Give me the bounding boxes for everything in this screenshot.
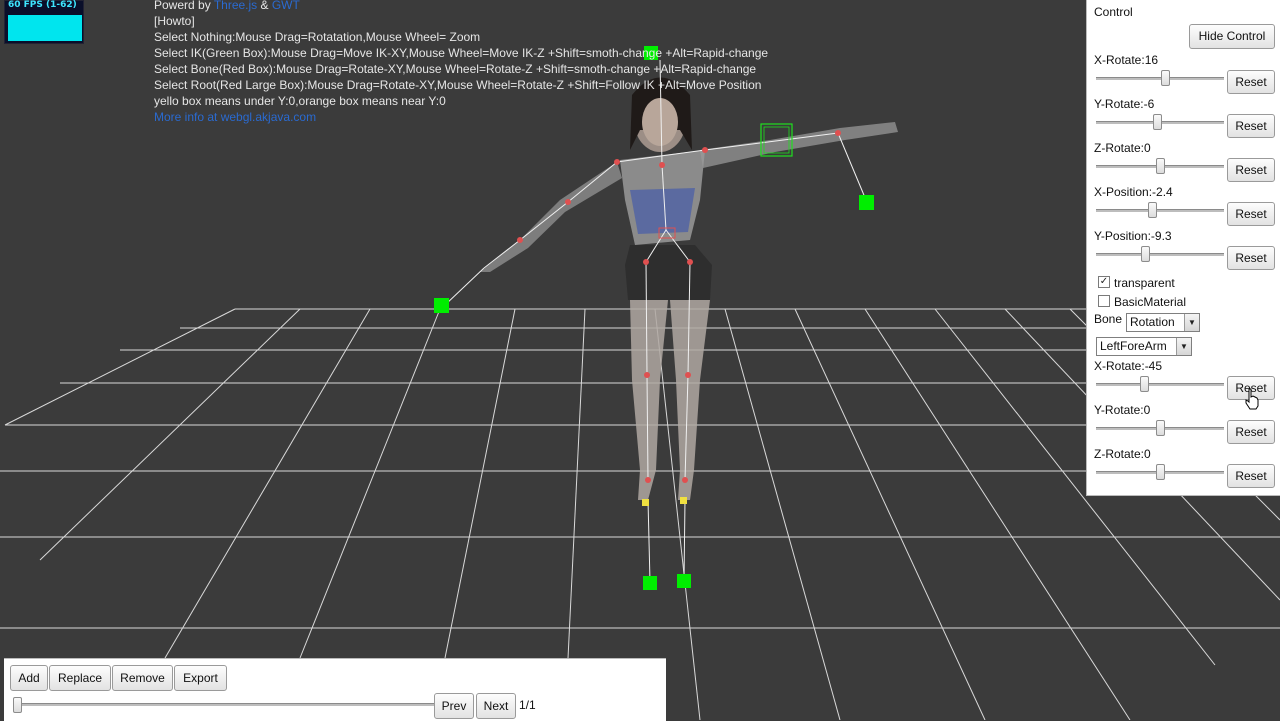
export-button[interactable]: Export [174, 665, 227, 691]
character-model[interactable] [480, 77, 898, 501]
add-button[interactable]: Add [10, 665, 48, 691]
powered-by-text: Powerd by [154, 0, 214, 12]
basic-material-label: BasicMaterial [1114, 295, 1187, 309]
remove-button[interactable]: Remove [112, 665, 173, 691]
param-label: Z-Rotate:0 [1094, 141, 1151, 155]
powered-by-line: Powerd by Three.js & GWT [154, 0, 768, 13]
reset-button[interactable]: Reset [1227, 158, 1275, 182]
param-label: X-Rotate:-45 [1094, 359, 1163, 373]
hide-control-button[interactable]: Hide Control [1189, 24, 1275, 49]
param-label: Z-Rotate:0 [1094, 447, 1151, 461]
slider-thumb[interactable] [1155, 158, 1165, 174]
slider-track[interactable] [1096, 253, 1224, 256]
howto-line-nothing: Select Nothing:Mouse Drag=Rotatation,Mou… [154, 30, 481, 44]
reset-button[interactable]: Reset [1227, 246, 1275, 270]
reset-button[interactable]: Reset [1227, 202, 1275, 226]
chevron-down-icon: ▼ [1176, 338, 1191, 355]
pose-toolbar: Add Replace Remove Export Prev Next 1/1 [4, 658, 666, 721]
slider-track[interactable] [1096, 383, 1224, 386]
bone-mode-select[interactable]: Rotation ▼ [1126, 313, 1200, 332]
fps-graph [8, 15, 82, 41]
param-label: Y-Position:-9.3 [1094, 229, 1172, 243]
fps-label: 60 FPS (1-62) [8, 0, 77, 10]
frame-slider-track[interactable] [14, 703, 434, 706]
page-indicator: 1/1 [519, 698, 536, 712]
fps-stats-panel: 60 FPS (1-62) [4, 0, 84, 44]
slider-thumb[interactable] [1161, 70, 1171, 86]
slider-thumb[interactable] [1140, 246, 1150, 262]
reset-button[interactable]: Reset [1227, 464, 1275, 488]
basic-material-checkbox[interactable] [1098, 295, 1110, 307]
slider-thumb[interactable] [1139, 376, 1149, 392]
prev-button[interactable]: Prev [434, 693, 474, 719]
reset-button[interactable]: Reset [1227, 420, 1275, 444]
slider-thumb[interactable] [1147, 202, 1157, 218]
control-panel: Control Hide Control X-Rotate:16 Reset Y… [1086, 0, 1280, 496]
param-label: Y-Rotate:0 [1094, 403, 1151, 417]
howto-line-bone: Select Bone(Red Box):Mouse Drag=Rotate-X… [154, 62, 757, 76]
frame-slider-thumb[interactable] [13, 697, 22, 713]
next-button[interactable]: Next [476, 693, 516, 719]
slider-thumb[interactable] [1155, 420, 1165, 436]
param-label: X-Rotate:16 [1094, 53, 1159, 67]
howto-line-root: Select Root(Red Large Box):Mouse Drag=Ro… [154, 78, 762, 92]
slider-track[interactable] [1096, 77, 1224, 80]
near-ground-markers [642, 497, 687, 506]
howto-line-ik: Select IK(Green Box):Mouse Drag=Move IK-… [154, 46, 769, 60]
hand-cursor-icon [1245, 388, 1259, 410]
slider-thumb[interactable] [1155, 464, 1165, 480]
chevron-down-icon: ▼ [1184, 314, 1199, 331]
bone-label: Bone [1094, 312, 1123, 326]
reset-button[interactable]: Reset [1227, 70, 1275, 94]
control-title: Control [1094, 5, 1133, 19]
more-info-link[interactable]: More info at webgl.akjava.com [154, 109, 768, 125]
howto-panel: Powerd by Three.js & GWT [Howto] Select … [154, 0, 768, 125]
threejs-link[interactable]: Three.js [214, 0, 257, 12]
param-label: Y-Rotate:-6 [1094, 97, 1155, 111]
gwt-link[interactable]: GWT [272, 0, 300, 12]
bone-name-value: LeftForeArm [1100, 339, 1167, 353]
slider-track[interactable] [1096, 209, 1224, 212]
slider-thumb[interactable] [1153, 114, 1163, 130]
transparent-label: transparent [1114, 276, 1175, 290]
reset-button[interactable]: Reset [1227, 114, 1275, 138]
bone-name-select[interactable]: LeftForeArm ▼ [1096, 337, 1192, 356]
howto-line-boxes: yello box means under Y:0,orange box mea… [154, 94, 446, 108]
param-label: X-Position:-2.4 [1094, 185, 1173, 199]
amp-text: & [257, 0, 272, 12]
replace-button[interactable]: Replace [49, 665, 111, 691]
transparent-checkbox[interactable]: ✓ [1098, 276, 1110, 288]
bone-mode-value: Rotation [1130, 315, 1175, 329]
howto-title: [Howto] [154, 14, 195, 28]
